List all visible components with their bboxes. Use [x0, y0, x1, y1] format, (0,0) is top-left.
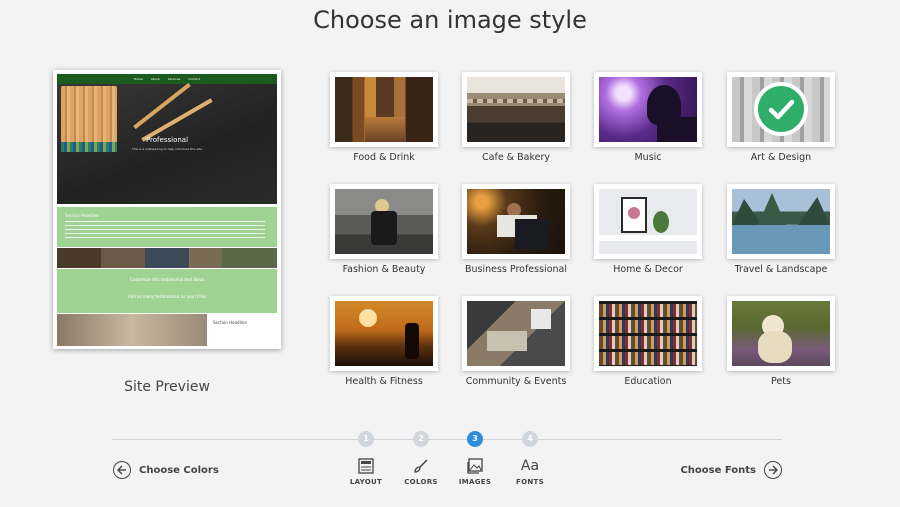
style-label: Cafe & Bakery: [482, 152, 550, 163]
preview-nav-item: About: [150, 77, 160, 81]
style-tile-home-decor[interactable]: Home & Decor: [594, 184, 702, 275]
business-professional-image: [467, 189, 565, 254]
style-label: Pets: [771, 376, 791, 387]
style-tile-cafe-bakery[interactable]: Cafe & Bakery: [462, 72, 570, 163]
step-3-badge[interactable]: 3: [467, 431, 483, 447]
style-tile-music[interactable]: Music: [594, 72, 702, 163]
preview-bottom-image: [57, 314, 207, 346]
site-preview-card: Home About Services Contact Professional…: [53, 70, 281, 349]
step-label: LAYOUT: [349, 478, 383, 486]
step-1-badge[interactable]: 1: [358, 431, 374, 447]
fashion-beauty-image: [335, 189, 433, 254]
preview-gallery-strip: [57, 248, 277, 268]
preview-text-section: Section Headline: [57, 207, 277, 247]
step-fonts[interactable]: Aa FONTS: [505, 457, 555, 486]
step-images[interactable]: IMAGES: [450, 457, 500, 486]
style-tile-pets[interactable]: Pets: [727, 296, 835, 387]
style-tile-food-drink[interactable]: Food & Drink: [330, 72, 438, 163]
style-label: Fashion & Beauty: [342, 264, 426, 275]
preview-body-lines: [65, 221, 265, 239]
education-image: [599, 301, 697, 366]
travel-landscape-image: [732, 189, 830, 254]
home-decor-image: [599, 189, 697, 254]
step-layout[interactable]: LAYOUT: [341, 457, 391, 486]
preview-hero: Home About Services Contact Professional…: [57, 74, 277, 204]
style-thumbnail[interactable]: [727, 72, 835, 147]
preview-nav: Home About Services Contact: [57, 74, 277, 84]
preview-nav-item: Contact: [188, 77, 201, 81]
style-thumbnail[interactable]: [727, 296, 835, 371]
style-label: Food & Drink: [353, 152, 415, 163]
preview-hero-subtitle: This is a subheading to help introduce t…: [131, 147, 203, 151]
health-fitness-image: [335, 301, 433, 366]
style-thumbnail[interactable]: [462, 296, 570, 371]
layout-icon: [341, 457, 391, 475]
style-thumbnail[interactable]: [330, 296, 438, 371]
style-tile-health-fitness[interactable]: Health & Fitness: [330, 296, 438, 387]
step-2-badge[interactable]: 2: [413, 431, 429, 447]
preview-testimonial-2: Add as many testimonials as you'd like: [128, 294, 206, 299]
page-title: Choose an image style: [313, 6, 587, 34]
style-thumbnail[interactable]: [462, 72, 570, 147]
fonts-icon: Aa: [505, 457, 555, 475]
style-tile-education[interactable]: Education: [594, 296, 702, 387]
step-colors[interactable]: COLORS: [396, 457, 446, 486]
preview-nav-item: Home: [133, 77, 143, 81]
style-label: Travel & Landscape: [734, 264, 828, 275]
food-drink-image: [335, 77, 433, 142]
site-preview-label: Site Preview: [124, 379, 210, 395]
preview-testimonial-1: Customize this testimonial text block: [129, 277, 205, 282]
music-image: [599, 77, 697, 142]
choose-fonts-button[interactable]: Choose Fonts: [680, 461, 782, 479]
preview-section-heading-2: Section Headline: [213, 320, 247, 325]
pets-image: [732, 301, 830, 366]
style-label: Community & Events: [465, 376, 567, 387]
style-tile-community-events[interactable]: Community & Events: [462, 296, 570, 387]
style-thumbnail[interactable]: [462, 184, 570, 259]
step-label: FONTS: [516, 478, 544, 486]
choose-colors-button[interactable]: Choose Colors: [113, 461, 219, 479]
style-thumbnail[interactable]: [594, 72, 702, 147]
preview-pencil: [133, 82, 191, 130]
style-thumbnail[interactable]: [330, 184, 438, 259]
arrow-right-icon: [764, 461, 782, 479]
selected-check-icon: [754, 82, 808, 136]
choose-colors-label: Choose Colors: [139, 464, 219, 476]
style-label: Health & Fitness: [345, 376, 423, 387]
step-label: IMAGES: [458, 478, 492, 486]
style-label: Education: [624, 376, 672, 387]
preview-nav-item: Services: [167, 77, 181, 81]
steps-progress-line: [112, 439, 782, 440]
style-thumbnail[interactable]: [727, 184, 835, 259]
style-tile-travel-landscape[interactable]: Travel & Landscape: [727, 184, 835, 275]
style-thumbnail[interactable]: [594, 296, 702, 371]
style-label: Business Professional: [464, 264, 567, 275]
style-label: Art & Design: [750, 152, 812, 163]
community-events-image: [467, 301, 565, 366]
style-thumbnail[interactable]: [330, 72, 438, 147]
style-label: Home & Decor: [613, 264, 683, 275]
style-tile-fashion-beauty[interactable]: Fashion & Beauty: [330, 184, 438, 275]
step-label: COLORS: [404, 478, 438, 486]
images-icon: [450, 457, 500, 475]
style-label: Music: [634, 152, 662, 163]
preview-hero-title: Professional: [145, 136, 189, 144]
brush-icon: [396, 457, 446, 475]
fonts-glyph: Aa: [520, 458, 540, 474]
arrow-left-icon: [113, 461, 131, 479]
cafe-bakery-image: [467, 77, 565, 142]
step-4-badge[interactable]: 4: [522, 431, 538, 447]
preview-testimonial-section: Customize this testimonial text block Ad…: [57, 269, 277, 313]
style-tile-business-professional[interactable]: Business Professional: [462, 184, 570, 275]
style-thumbnail[interactable]: [594, 184, 702, 259]
style-tile-art-design[interactable]: Art & Design: [727, 72, 835, 163]
choose-fonts-label: Choose Fonts: [680, 464, 756, 476]
preview-section-heading: Section Headline: [65, 213, 99, 218]
